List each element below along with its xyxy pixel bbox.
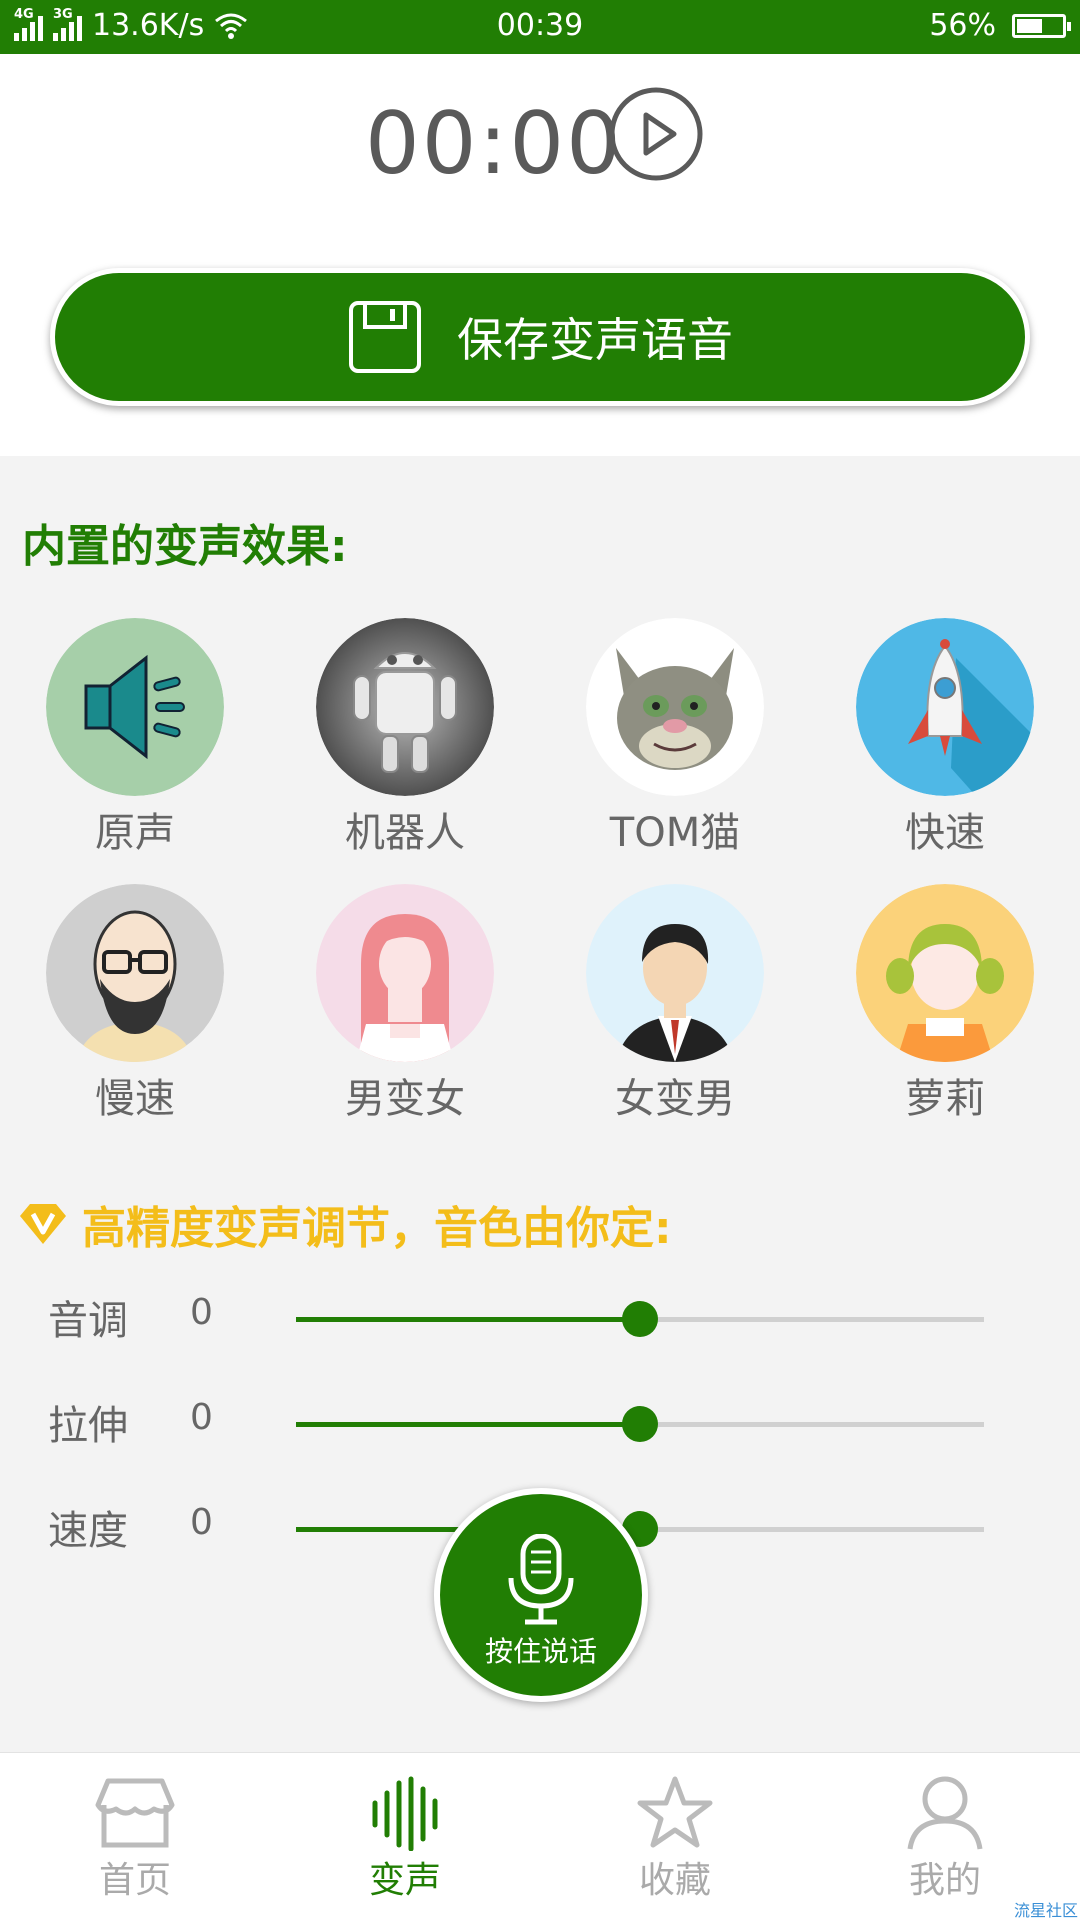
vip-diamond-icon <box>20 1204 66 1244</box>
speed-slider[interactable] <box>296 1511 984 1547</box>
status-bar: 4G 3G 13.6K/s 00:39 56% <box>0 0 1080 54</box>
nav-label: 变声 <box>368 1860 441 1901</box>
effect-tom-cat[interactable]: TOM猫 <box>575 618 775 858</box>
man-avatar <box>586 884 764 1062</box>
rocket-icon <box>856 618 1034 796</box>
playback-timer: 00:00 <box>365 94 623 194</box>
tuning-title: 高精度变声调节，音色由你定: <box>18 1192 672 1256</box>
effects-title: 内置的变声效果: <box>22 521 348 572</box>
effect-label: 女变男 <box>615 1076 735 1122</box>
save-voice-button[interactable]: 保存变声语音 <box>50 268 1030 406</box>
nav-item-profile[interactable]: 我的 <box>845 1775 1045 1903</box>
hold-to-talk-button[interactable]: 按住说话 <box>434 1488 648 1702</box>
effect-label: 萝莉 <box>905 1076 985 1122</box>
slider-value: 0 <box>190 1292 213 1333</box>
pitch-slider[interactable] <box>296 1301 984 1337</box>
effect-label: 快速 <box>905 810 985 856</box>
effect-loli[interactable]: 萝莉 <box>845 884 1045 1124</box>
watermark: 流星社区 <box>1013 1901 1078 1920</box>
effect-label: 男变女 <box>345 1076 465 1122</box>
effect-robot[interactable]: 机器人 <box>305 618 505 858</box>
effect-male-to-female[interactable]: 男变女 <box>305 884 505 1124</box>
slider-fill <box>296 1422 640 1427</box>
effect-label: 机器人 <box>345 810 465 856</box>
battery-percent: 56% <box>929 8 996 43</box>
stretch-slider[interactable] <box>296 1406 984 1442</box>
little-girl-avatar <box>856 884 1034 1062</box>
effect-label: 原声 <box>95 810 175 856</box>
play-button[interactable] <box>608 86 704 182</box>
nav-item-home[interactable]: 首页 <box>35 1775 235 1903</box>
waveform-icon <box>372 1776 438 1851</box>
slider-label: 速度 <box>48 1508 128 1554</box>
slider-thumb[interactable] <box>622 1406 658 1442</box>
tuning-title-text: 高精度变声调节，音色由你定: <box>82 1203 672 1254</box>
slider-label: 拉伸 <box>48 1403 128 1449</box>
nav-label: 收藏 <box>638 1860 711 1901</box>
shop-icon <box>95 1778 175 1848</box>
effect-original[interactable]: 原声 <box>35 618 235 858</box>
slider-row-pitch: 音调 0 <box>0 1288 1080 1348</box>
hold-to-talk-label: 按住说话 <box>484 1635 597 1668</box>
slider-thumb[interactable] <box>622 1301 658 1337</box>
star-icon <box>637 1776 713 1848</box>
battery-icon <box>1012 13 1071 38</box>
bottom-navigation: 首页 变声 收藏 我的 流星社区 <box>0 1752 1080 1921</box>
slider-fill <box>296 1317 640 1322</box>
user-icon <box>907 1776 983 1850</box>
effect-label: TOM猫 <box>609 810 741 856</box>
girl-avatar <box>316 884 494 1062</box>
slider-label: 音调 <box>48 1298 128 1344</box>
save-button-label: 保存变声语音 <box>457 313 733 367</box>
effect-label: 慢速 <box>95 1076 175 1122</box>
nav-label: 我的 <box>908 1860 981 1901</box>
slider-value: 0 <box>190 1502 213 1543</box>
effect-fast[interactable]: 快速 <box>845 618 1045 858</box>
effect-female-to-male[interactable]: 女变男 <box>575 884 775 1124</box>
bald-man-avatar <box>46 884 224 1062</box>
speaker-icon <box>46 618 224 796</box>
effect-slow[interactable]: 慢速 <box>35 884 235 1124</box>
slider-value: 0 <box>190 1397 213 1438</box>
microphone-icon <box>508 1534 574 1625</box>
save-icon <box>349 301 421 373</box>
nav-item-voice-change[interactable]: 变声 <box>305 1775 505 1903</box>
clock: 00:39 <box>496 8 584 43</box>
nav-label: 首页 <box>98 1860 171 1901</box>
nav-item-favorites[interactable]: 收藏 <box>575 1775 775 1903</box>
slider-row-stretch: 拉伸 0 <box>0 1393 1080 1453</box>
tom-cat-avatar <box>586 618 764 796</box>
robot-avatar <box>316 618 494 796</box>
player-area: 00:00 保存变声语音 <box>0 54 1080 456</box>
